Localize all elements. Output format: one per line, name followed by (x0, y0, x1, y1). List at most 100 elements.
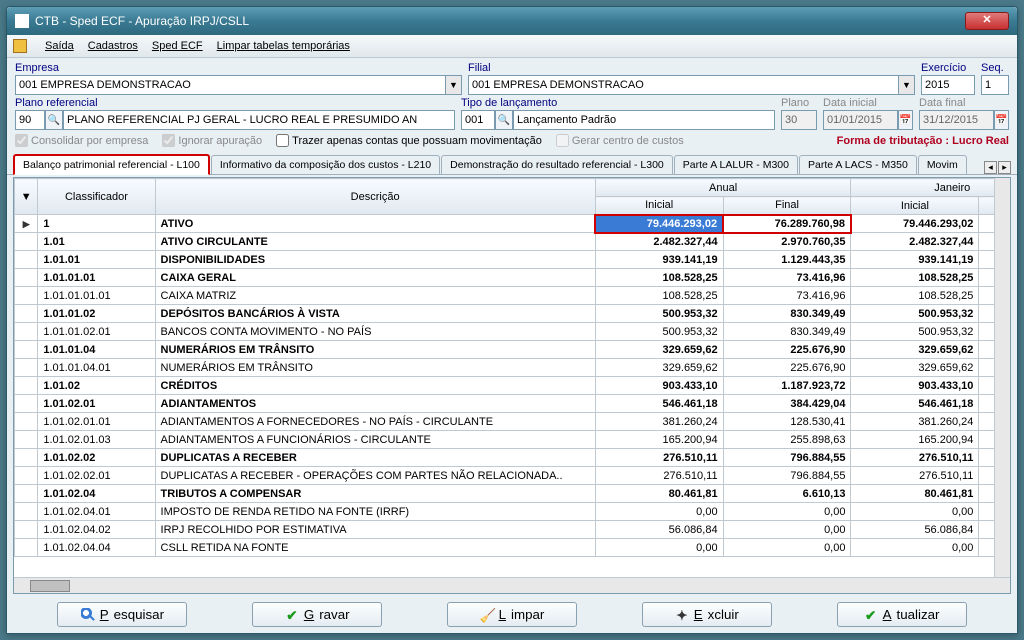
menu-sped-ecf[interactable]: Sped ECF (152, 40, 203, 52)
filial-combo[interactable] (468, 75, 899, 95)
cell-classificador[interactable]: 1.01 (38, 233, 155, 251)
cell-anual-inicial[interactable]: 546.461,18 (595, 395, 723, 413)
data-grid[interactable]: ▼ Classificador Descrição Anual Janeiro … (14, 178, 1010, 557)
cell-descricao[interactable]: DUPLICATAS A RECEBER - OPERAÇÕES COM PAR… (155, 467, 595, 485)
cell-anual-final[interactable]: 255.898,63 (723, 431, 851, 449)
cell-jan-inicial[interactable]: 546.461,18 (851, 395, 979, 413)
cell-jan-inicial[interactable]: 903.433,10 (851, 377, 979, 395)
table-row[interactable]: 1.01.01.02DEPÓSITOS BANCÁRIOS À VISTA500… (15, 305, 1011, 323)
empresa-dropdown-icon[interactable]: ▼ (446, 75, 462, 95)
table-row[interactable]: 1.01.01.04.01NUMERÁRIOS EM TRÂNSITO329.6… (15, 359, 1011, 377)
cell-jan-inicial[interactable]: 0,00 (851, 503, 979, 521)
cell-jan-inicial[interactable]: 276.510,11 (851, 449, 979, 467)
col-group-anual[interactable]: Anual (595, 179, 851, 197)
cell-jan-inicial[interactable]: 108.528,25 (851, 287, 979, 305)
cell-anual-inicial[interactable]: 56.086,84 (595, 521, 723, 539)
cell-anual-final[interactable]: 1.187.923,72 (723, 377, 851, 395)
tab-scroll-left-icon[interactable]: ◂ (984, 161, 997, 174)
cell-classificador[interactable]: 1.01.02.01.03 (38, 431, 155, 449)
cell-descricao[interactable]: ADIANTAMENTOS A FUNCIONÁRIOS - CIRCULANT… (155, 431, 595, 449)
cell-descricao[interactable]: BANCOS CONTA MOVIMENTO - NO PAÍS (155, 323, 595, 341)
cell-classificador[interactable]: 1.01.01.02 (38, 305, 155, 323)
cell-classificador[interactable]: 1.01.02.04.04 (38, 539, 155, 557)
limpar-button[interactable]: 🧹Limpar (447, 602, 577, 627)
col-anual-inicial[interactable]: Inicial (595, 197, 723, 215)
cell-classificador[interactable]: 1.01.02.02.01 (38, 467, 155, 485)
cell-anual-final[interactable]: 796.884,55 (723, 449, 851, 467)
cell-anual-final[interactable]: 6.610,13 (723, 485, 851, 503)
cell-anual-inicial[interactable]: 165.200,94 (595, 431, 723, 449)
cell-classificador[interactable]: 1.01.02.02 (38, 449, 155, 467)
cell-classificador[interactable]: 1.01.02.04.01 (38, 503, 155, 521)
table-row[interactable]: 1.01.02.01.01ADIANTAMENTOS A FORNECEDORE… (15, 413, 1011, 431)
cell-jan-inicial[interactable]: 108.528,25 (851, 269, 979, 287)
cell-descricao[interactable]: ATIVO (155, 215, 595, 233)
menu-limpar-tabelas[interactable]: Limpar tabelas temporárias (217, 40, 350, 52)
cell-classificador[interactable]: 1.01.01.01.01 (38, 287, 155, 305)
cell-anual-final[interactable]: 225.676,90 (723, 359, 851, 377)
cell-descricao[interactable]: CSLL RETIDA NA FONTE (155, 539, 595, 557)
cell-jan-inicial[interactable]: 329.659,62 (851, 341, 979, 359)
col-anual-final[interactable]: Final (723, 197, 851, 215)
cell-descricao[interactable]: ADIANTAMENTOS (155, 395, 595, 413)
cell-anual-inicial[interactable]: 80.461,81 (595, 485, 723, 503)
table-row[interactable]: 1.01.01.02.01BANCOS CONTA MOVIMENTO - NO… (15, 323, 1011, 341)
cell-anual-final[interactable]: 796.884,55 (723, 467, 851, 485)
col-descricao[interactable]: Descrição (155, 179, 595, 215)
cell-anual-inicial[interactable]: 108.528,25 (595, 287, 723, 305)
chk-trazer[interactable]: Trazer apenas contas que possuam movimen… (276, 134, 542, 147)
cell-jan-inicial[interactable]: 0,00 (851, 539, 979, 557)
cell-anual-inicial[interactable]: 500.953,32 (595, 323, 723, 341)
empresa-combo[interactable] (15, 75, 446, 95)
cell-classificador[interactable]: 1.01.01 (38, 251, 155, 269)
cell-descricao[interactable]: IMPOSTO DE RENDA RETIDO NA FONTE (IRRF) (155, 503, 595, 521)
cell-classificador[interactable]: 1.01.01.04 (38, 341, 155, 359)
tab-scroll-right-icon[interactable]: ▸ (998, 161, 1011, 174)
cell-anual-final[interactable]: 73.416,96 (723, 287, 851, 305)
pesquisar-button[interactable]: Pesquisar (57, 602, 187, 627)
plano-ref-lookup-icon[interactable]: 🔍 (45, 110, 63, 130)
cell-anual-inicial[interactable]: 500.953,32 (595, 305, 723, 323)
cell-classificador[interactable]: 1.01.01.01 (38, 269, 155, 287)
table-row[interactable]: 1.01ATIVO CIRCULANTE2.482.327,442.970.76… (15, 233, 1011, 251)
tipo-lanc-desc[interactable] (513, 110, 775, 130)
tab-l100[interactable]: Balanço patrimonial referencial - L100 (13, 154, 210, 175)
table-row[interactable]: 1ATIVO79.446.293,0276.289.760,9879.446.2… (15, 215, 1011, 233)
close-button[interactable]: ✕ (965, 12, 1009, 30)
table-row[interactable]: 1.01.02.04.02IRPJ RECOLHIDO POR ESTIMATI… (15, 521, 1011, 539)
cell-anual-final[interactable]: 384.429,04 (723, 395, 851, 413)
excluir-button[interactable]: ✦Excluir (642, 602, 772, 627)
filial-dropdown-icon[interactable]: ▼ (899, 75, 915, 95)
cell-classificador[interactable]: 1.01.02 (38, 377, 155, 395)
calendar-final-icon[interactable]: 📅 (994, 110, 1009, 130)
vertical-scrollbar[interactable] (994, 178, 1010, 577)
cell-jan-inicial[interactable]: 939.141,19 (851, 251, 979, 269)
cell-descricao[interactable]: CAIXA MATRIZ (155, 287, 595, 305)
cell-anual-final[interactable]: 128.530,41 (723, 413, 851, 431)
cell-jan-inicial[interactable]: 165.200,94 (851, 431, 979, 449)
menu-saida[interactable]: Saída (45, 40, 74, 52)
cell-anual-inicial[interactable]: 0,00 (595, 503, 723, 521)
cell-descricao[interactable]: DISPONIBILIDADES (155, 251, 595, 269)
col-classificador[interactable]: Classificador (38, 179, 155, 215)
cell-jan-inicial[interactable]: 500.953,32 (851, 305, 979, 323)
cell-anual-final[interactable]: 225.676,90 (723, 341, 851, 359)
col-jan-inicial[interactable]: Inicial (851, 197, 979, 215)
cell-anual-inicial[interactable]: 329.659,62 (595, 359, 723, 377)
cell-anual-final[interactable]: 830.349,49 (723, 323, 851, 341)
table-row[interactable]: 1.01.01.01.01CAIXA MATRIZ108.528,2573.41… (15, 287, 1011, 305)
cell-classificador[interactable]: 1.01.02.04 (38, 485, 155, 503)
table-row[interactable]: 1.01.02CRÉDITOS903.433,101.187.923,72903… (15, 377, 1011, 395)
cell-anual-final[interactable]: 73.416,96 (723, 269, 851, 287)
cell-anual-inicial[interactable]: 329.659,62 (595, 341, 723, 359)
table-row[interactable]: 1.01.01.04NUMERÁRIOS EM TRÂNSITO329.659,… (15, 341, 1011, 359)
cell-descricao[interactable]: DUPLICATAS A RECEBER (155, 449, 595, 467)
cell-anual-final[interactable]: 2.970.760,35 (723, 233, 851, 251)
table-row[interactable]: 1.01.02.02DUPLICATAS A RECEBER 276.510,11… (15, 449, 1011, 467)
table-row[interactable]: 1.01.02.04.01IMPOSTO DE RENDA RETIDO NA … (15, 503, 1011, 521)
cell-descricao[interactable]: CAIXA GERAL (155, 269, 595, 287)
cell-descricao[interactable]: ATIVO CIRCULANTE (155, 233, 595, 251)
calendar-inicial-icon[interactable]: 📅 (898, 110, 913, 130)
tipo-lanc-code[interactable] (461, 110, 495, 130)
cell-jan-inicial[interactable]: 80.461,81 (851, 485, 979, 503)
